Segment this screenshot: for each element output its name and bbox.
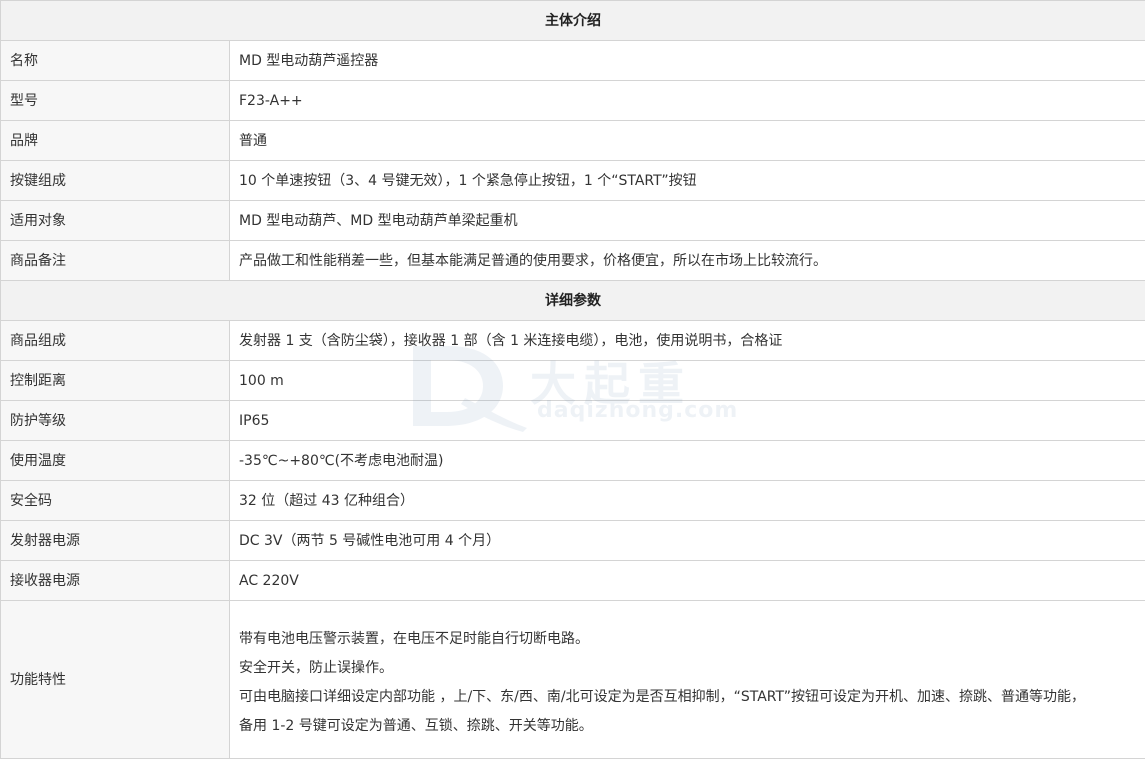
table-row: 控制距离 100 m <box>0 360 1145 401</box>
section-title-intro: 主体介绍 <box>0 0 1145 41</box>
row-label: 安全码 <box>0 480 230 521</box>
row-value: 发射器 1 支（含防尘袋），接收器 1 部（含 1 米连接电缆），电池，使用说明… <box>229 320 1145 361</box>
row-label: 名称 <box>0 40 230 81</box>
table-row: 名称 MD 型电动葫芦遥控器 <box>0 40 1145 81</box>
feature-line: 可由电脑接口详细设定内部功能 ，上/下、东/西、南/北可设定为是否互相抑制，“S… <box>239 689 1085 705</box>
table-row: 按键组成 10 个单速按钮（3、4 号键无效），1 个紧急停止按钮，1 个“ST… <box>0 160 1145 201</box>
row-label: 控制距离 <box>0 360 230 401</box>
table-row: 接收器电源 AC 220V <box>0 560 1145 601</box>
section-title-detail: 详细参数 <box>0 280 1145 321</box>
row-value: AC 220V <box>229 560 1145 601</box>
row-value: 产品做工和性能稍差一些，但基本能满足普通的使用要求，价格便宜，所以在市场上比较流… <box>229 240 1145 281</box>
table-row: 安全码 32 位（超过 43 亿种组合） <box>0 480 1145 521</box>
table-row: 商品组成 发射器 1 支（含防尘袋），接收器 1 部（含 1 米连接电缆），电池… <box>0 320 1145 361</box>
row-value: F23-A++ <box>229 80 1145 121</box>
row-value: MD 型电动葫芦遥控器 <box>229 40 1145 81</box>
row-label: 防护等级 <box>0 400 230 441</box>
section-header-detail: 详细参数 <box>0 280 1145 321</box>
row-label: 品牌 <box>0 120 230 161</box>
row-label: 商品备注 <box>0 240 230 281</box>
row-value: 32 位（超过 43 亿种组合） <box>229 480 1145 521</box>
row-label: 型号 <box>0 80 230 121</box>
section-header-intro: 主体介绍 <box>0 0 1145 41</box>
feature-line: 带有电池电压警示装置，在电压不足时能自行切断电路。 <box>239 631 589 647</box>
row-label: 接收器电源 <box>0 560 230 601</box>
table-row: 商品备注 产品做工和性能稍差一些，但基本能满足普通的使用要求，价格便宜，所以在市… <box>0 240 1145 281</box>
table-row: 防护等级 IP65 <box>0 400 1145 441</box>
row-value: DC 3V（两节 5 号碱性电池可用 4 个月） <box>229 520 1145 561</box>
row-value: 100 m <box>229 360 1145 401</box>
table-row-features: 功能特性 带有电池电压警示装置，在电压不足时能自行切断电路。 安全开关，防止误操… <box>0 600 1145 759</box>
table-row: 发射器电源 DC 3V（两节 5 号碱性电池可用 4 个月） <box>0 520 1145 561</box>
row-label: 使用温度 <box>0 440 230 481</box>
row-label: 功能特性 <box>0 600 230 759</box>
row-value: IP65 <box>229 400 1145 441</box>
row-label: 按键组成 <box>0 160 230 201</box>
feature-line: 备用 1-2 号键可设定为普通、互锁、捺跳、开关等功能。 <box>239 718 593 734</box>
table-row: 适用对象 MD 型电动葫芦、MD 型电动葫芦单梁起重机 <box>0 200 1145 241</box>
spec-table: 主体介绍 名称 MD 型电动葫芦遥控器 型号 F23-A++ 品牌 普通 按键组… <box>0 0 1145 759</box>
row-value: 普通 <box>229 120 1145 161</box>
feature-line: 安全开关，防止误操作。 <box>239 660 393 676</box>
table-row: 使用温度 -35℃~+80℃(不考虑电池耐温) <box>0 440 1145 481</box>
row-value: 10 个单速按钮（3、4 号键无效），1 个紧急停止按钮，1 个“START”按… <box>229 160 1145 201</box>
table-row: 型号 F23-A++ <box>0 80 1145 121</box>
features-list: 带有电池电压警示装置，在电压不足时能自行切断电路。 安全开关，防止误操作。 可由… <box>229 600 1145 759</box>
row-label: 商品组成 <box>0 320 230 361</box>
table-row: 品牌 普通 <box>0 120 1145 161</box>
row-label: 发射器电源 <box>0 520 230 561</box>
row-value: MD 型电动葫芦、MD 型电动葫芦单梁起重机 <box>229 200 1145 241</box>
row-label: 适用对象 <box>0 200 230 241</box>
row-value: -35℃~+80℃(不考虑电池耐温) <box>229 440 1145 481</box>
